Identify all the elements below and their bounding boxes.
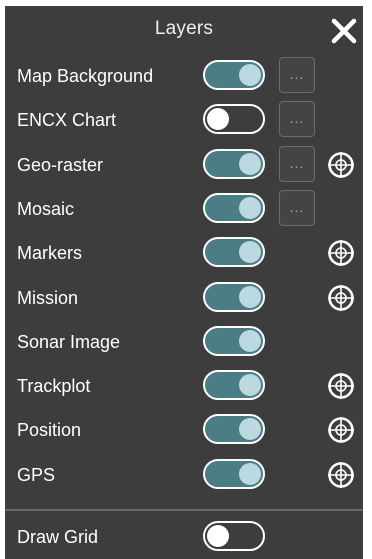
layer-toggle-geo-raster[interactable] xyxy=(203,148,265,179)
toggle-knob xyxy=(207,525,229,547)
layer-toggle-encx-chart[interactable] xyxy=(203,104,265,135)
more-options-icon: ... xyxy=(289,66,305,82)
panel-header: Layers xyxy=(5,6,363,56)
layer-toggle-map-background[interactable] xyxy=(203,60,265,90)
layer-label: Map Background xyxy=(17,66,154,86)
crosshair-target-icon xyxy=(328,151,354,178)
crosshair-target-icon xyxy=(328,284,354,311)
close-button[interactable] xyxy=(331,18,357,44)
layer-row-geo-raster: Geo-raster... xyxy=(5,143,363,187)
layer-toggle-gps[interactable] xyxy=(203,458,265,489)
layer-toggle-trackplot[interactable] xyxy=(203,370,265,401)
layer-label: Mission xyxy=(17,287,79,308)
layers-panel: Layers Map Background... ENCX Chart... Geo… xyxy=(5,6,363,559)
layer-row-mosaic: Mosaic... xyxy=(5,187,363,231)
toggle-knob xyxy=(239,462,261,485)
layer-toggle-mosaic[interactable] xyxy=(203,192,265,223)
crosshair-target-icon xyxy=(328,373,354,400)
layer-toggle-markers[interactable] xyxy=(203,237,265,268)
draw-grid-toggle[interactable] xyxy=(203,521,265,551)
layer-toggle-sonar-image[interactable] xyxy=(203,325,265,356)
divider xyxy=(5,509,363,511)
layer-row-map-background: Map Background... xyxy=(5,54,363,98)
crosshair-target-icon xyxy=(328,417,354,444)
toggle-knob xyxy=(239,285,261,308)
toggle-knob xyxy=(239,418,261,441)
layer-row-markers: Markers xyxy=(5,231,363,275)
toggle-knob xyxy=(239,329,261,352)
locate-layer-button[interactable] xyxy=(327,239,355,267)
layer-toggle-mission[interactable] xyxy=(203,281,265,312)
toggle-knob xyxy=(239,241,261,264)
layer-label: Position xyxy=(17,420,82,441)
locate-layer-button[interactable] xyxy=(327,151,355,179)
crosshair-target-icon xyxy=(328,240,354,267)
locate-layer-button[interactable] xyxy=(327,284,355,312)
panel-title: Layers xyxy=(154,18,214,39)
draw-grid-row: Draw Grid xyxy=(5,515,363,559)
draw-grid-label: Draw Grid xyxy=(17,527,99,547)
more-options-icon: ... xyxy=(289,198,305,215)
layer-row-position: Position xyxy=(5,408,363,452)
layer-row-sonar-image: Sonar Image xyxy=(5,320,363,364)
layer-toggle-position[interactable] xyxy=(203,414,265,445)
locate-layer-button[interactable] xyxy=(327,461,355,489)
toggle-knob xyxy=(239,64,261,86)
layer-row-gps: GPS xyxy=(5,453,363,497)
more-options-button[interactable]: ... xyxy=(279,57,315,93)
more-options-icon: ... xyxy=(289,110,305,127)
toggle-knob xyxy=(207,108,229,131)
layer-label: ENCX Chart xyxy=(17,110,117,131)
crosshair-target-icon xyxy=(328,461,354,488)
close-icon xyxy=(331,18,357,44)
layer-label: Mosaic xyxy=(17,198,75,219)
locate-layer-button[interactable] xyxy=(327,416,355,444)
layer-label: GPS xyxy=(17,464,56,485)
layer-row-mission: Mission xyxy=(5,276,363,320)
more-options-button[interactable]: ... xyxy=(279,101,315,138)
layer-label: Sonar Image xyxy=(17,331,121,352)
layer-row-trackplot: Trackplot xyxy=(5,364,363,408)
locate-layer-button[interactable] xyxy=(327,372,355,400)
layer-label: Geo-raster xyxy=(17,154,104,175)
toggle-knob xyxy=(239,152,261,175)
layer-label: Markers xyxy=(17,243,83,264)
toggle-knob xyxy=(239,196,261,219)
layer-label: Trackplot xyxy=(17,376,91,397)
more-options-button[interactable]: ... xyxy=(279,145,315,182)
more-options-icon: ... xyxy=(289,154,305,171)
toggle-knob xyxy=(239,374,261,397)
layer-row-encx-chart: ENCX Chart... xyxy=(5,98,363,142)
more-options-button[interactable]: ... xyxy=(279,189,315,226)
